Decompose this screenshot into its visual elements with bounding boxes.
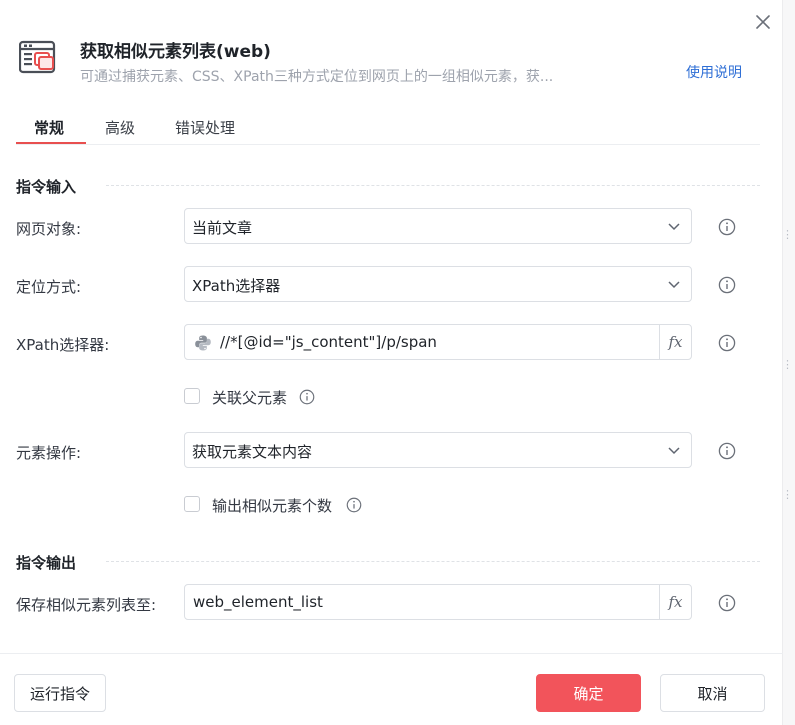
- link-parent-label: 关联父元素: [212, 389, 288, 407]
- tab-error-handling[interactable]: 错误处理: [175, 117, 235, 138]
- tab-general[interactable]: 常规: [34, 117, 64, 138]
- locate-method-label: 定位方式:: [16, 278, 82, 296]
- edge-glyph: ⋮: [782, 228, 793, 241]
- info-icon[interactable]: [346, 497, 362, 513]
- edge-glyph: ⋮: [782, 358, 793, 371]
- fx-button[interactable]: fx: [659, 585, 691, 619]
- save-to-value: web_element_list: [193, 593, 323, 611]
- locate-method-value: XPath选择器: [192, 277, 281, 295]
- section-divider: [106, 185, 760, 186]
- web-object-select[interactable]: 当前文章: [184, 208, 692, 244]
- footer-divider: [0, 653, 783, 654]
- run-command-button[interactable]: 运行指令: [14, 674, 106, 712]
- info-icon[interactable]: [718, 334, 736, 352]
- edge-glyph: ⋮: [782, 488, 793, 501]
- output-count-label: 输出相似元素个数: [212, 497, 333, 515]
- chevron-down-icon: [668, 223, 680, 231]
- xpath-label: XPath选择器:: [16, 336, 110, 354]
- xpath-input[interactable]: //*[@id="js_content"]/p/span fx: [184, 324, 692, 360]
- dialog-title: 获取相似元素列表(web): [80, 42, 271, 62]
- close-icon[interactable]: [751, 10, 775, 34]
- element-op-select[interactable]: 获取元素文本内容: [184, 432, 692, 468]
- cancel-button[interactable]: 取消: [660, 674, 765, 712]
- fx-button[interactable]: fx: [659, 325, 691, 359]
- xpath-value: //*[@id="js_content"]/p/span: [220, 333, 437, 351]
- section-title-output: 指令输出: [16, 554, 77, 572]
- dialog-description: 可通过捕获元素、CSS、XPath三种方式定位到网页上的一组相似元素，获...: [80, 69, 554, 85]
- save-to-input[interactable]: web_element_list fx: [184, 584, 692, 620]
- locate-method-select[interactable]: XPath选择器: [184, 266, 692, 302]
- background-window-edge: ⋮ ⋮ ⋮: [782, 0, 795, 725]
- element-op-value: 获取元素文本内容: [192, 443, 313, 461]
- link-parent-checkbox[interactable]: [184, 388, 200, 404]
- python-icon: [195, 335, 211, 351]
- chevron-down-icon: [668, 281, 680, 289]
- output-count-checkbox[interactable]: [184, 496, 200, 512]
- element-op-label: 元素操作:: [16, 444, 82, 462]
- info-icon[interactable]: [718, 594, 736, 612]
- info-icon[interactable]: [718, 276, 736, 294]
- tab-advanced[interactable]: 高级: [105, 117, 135, 138]
- chevron-down-icon: [668, 447, 680, 455]
- save-to-label: 保存相似元素列表至:: [16, 596, 157, 614]
- web-object-label: 网页对象:: [16, 220, 82, 238]
- section-title-input: 指令输入: [16, 178, 77, 196]
- web-element-list-icon: [19, 40, 56, 74]
- info-icon[interactable]: [718, 442, 736, 460]
- web-object-value: 当前文章: [192, 219, 253, 237]
- info-icon[interactable]: [299, 389, 315, 405]
- info-icon[interactable]: [718, 218, 736, 236]
- confirm-button[interactable]: 确定: [536, 674, 641, 712]
- tabs-divider: [16, 144, 760, 145]
- help-link[interactable]: 使用说明: [686, 62, 742, 82]
- section-divider: [106, 561, 760, 562]
